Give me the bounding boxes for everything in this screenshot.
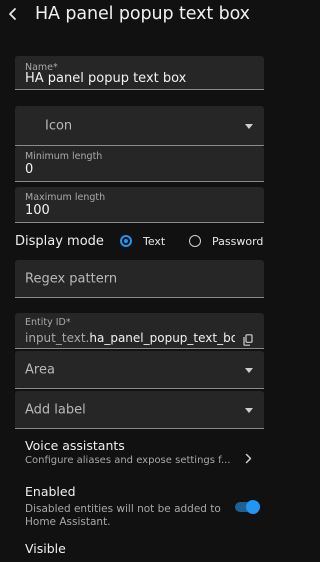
display-mode-label: Display mode: [15, 234, 104, 249]
radio-password-label[interactable]: Password: [212, 235, 263, 248]
enabled-row: Enabled Disabled entities will not be ad…: [25, 484, 279, 530]
min-length-label: Minimum length: [25, 151, 103, 162]
label-placeholder: Add label: [25, 402, 86, 417]
voice-assistants-subtitle: Configure aliases and expose settings f.…: [25, 455, 231, 466]
icon-picker[interactable]: Icon: [15, 106, 264, 146]
caret-down-icon[interactable]: [245, 123, 253, 129]
entity-id-value[interactable]: input_text.ha_panel_popup_text_bo: [25, 331, 235, 345]
page-title: HA panel popup text box: [35, 4, 250, 24]
label-picker[interactable]: Add label: [15, 391, 264, 429]
area-picker[interactable]: Area: [15, 351, 264, 389]
icon-picker-placeholder: Icon: [45, 118, 73, 133]
entity-id-prefix: input_text.: [25, 331, 90, 345]
regex-field[interactable]: Regex pattern: [15, 260, 264, 298]
enabled-description: Disabled entities will not be added to H…: [25, 503, 221, 528]
name-field[interactable]: Name* HA panel popup text box: [15, 56, 264, 90]
copy-icon[interactable]: [243, 331, 253, 350]
area-placeholder: Area: [25, 362, 55, 377]
max-length-field[interactable]: Maximum length 100: [15, 187, 264, 223]
enabled-toggle[interactable]: [235, 500, 260, 514]
max-length-value[interactable]: 100: [25, 203, 50, 218]
voice-assistants-title: Voice assistants: [25, 438, 125, 453]
caret-down-icon[interactable]: [245, 367, 253, 373]
radio-text-option[interactable]: [120, 235, 132, 247]
entity-id-object-id[interactable]: ha_panel_popup_text_bo: [89, 331, 235, 345]
max-length-label: Maximum length: [25, 192, 106, 203]
regex-placeholder: Regex pattern: [25, 271, 118, 286]
entity-id-label: Entity ID*: [25, 317, 71, 328]
enabled-title: Enabled: [25, 484, 76, 499]
min-length-field[interactable]: Minimum length 0: [15, 146, 264, 182]
visible-title: Visible: [25, 541, 66, 556]
back-chevron-icon[interactable]: [6, 5, 20, 23]
radio-password-option[interactable]: [189, 235, 201, 247]
chevron-right-icon: [245, 449, 252, 468]
voice-assistants-row[interactable]: Voice assistants Configure aliases and e…: [25, 438, 279, 470]
caret-down-icon[interactable]: [245, 407, 253, 413]
name-field-value[interactable]: HA panel popup text box: [25, 71, 186, 86]
entity-id-field[interactable]: Entity ID* input_text.ha_panel_popup_tex…: [15, 313, 264, 349]
toggle-knob: [246, 500, 260, 514]
radio-text-label[interactable]: Text: [143, 235, 165, 248]
min-length-value[interactable]: 0: [25, 162, 33, 177]
top-app-bar: HA panel popup text box: [0, 0, 279, 36]
display-mode-row: Display mode Text Password: [15, 232, 275, 252]
